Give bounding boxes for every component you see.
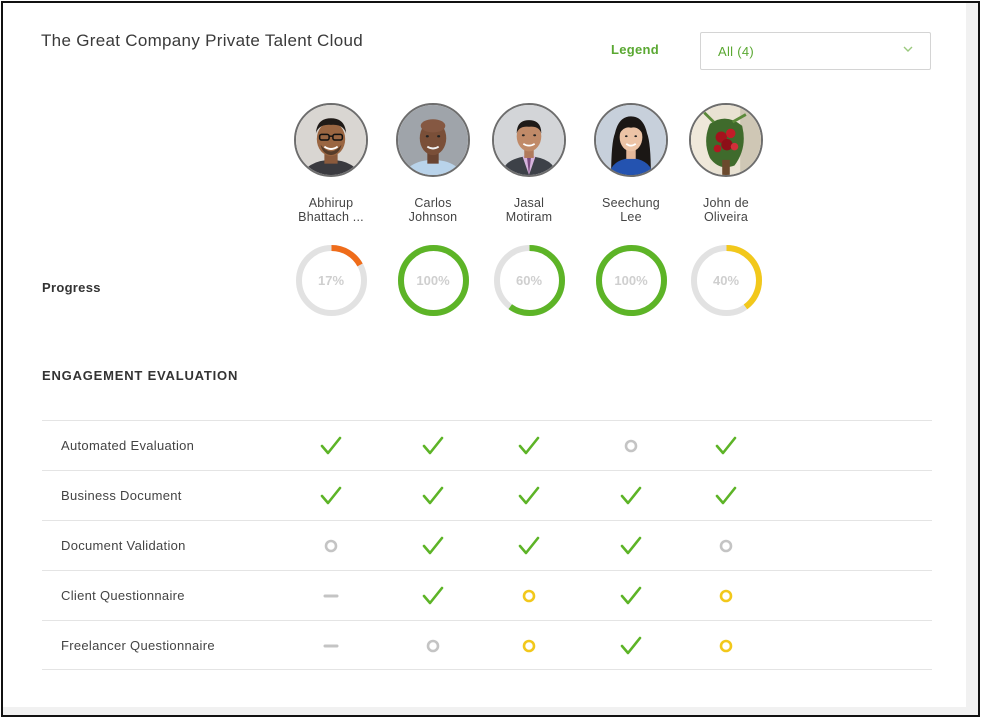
- progress-percent: 40%: [712, 273, 740, 288]
- person-name-line2: Oliveira: [704, 210, 748, 224]
- evaluation-status-cell[interactable]: [611, 571, 651, 621]
- chevron-down-icon: [903, 46, 913, 52]
- evaluation-status-cell[interactable]: [311, 521, 351, 571]
- evaluation-row: Client Questionnaire: [42, 570, 932, 620]
- avatar[interactable]: [492, 103, 566, 177]
- legend-dropdown[interactable]: All (4): [700, 32, 931, 70]
- evaluation-row-label: Document Validation: [61, 538, 186, 553]
- progress-percent: 100%: [614, 273, 648, 288]
- evaluation-status-cell[interactable]: [413, 521, 453, 571]
- engagement-evaluation-heading: ENGAGEMENT EVALUATION: [42, 368, 239, 383]
- person-name-line1: Carlos: [414, 196, 452, 210]
- evaluation-row: Freelancer Questionnaire: [42, 620, 932, 670]
- person-name[interactable]: Jasal Motiram: [481, 196, 577, 224]
- evaluation-status-cell[interactable]: [611, 471, 651, 521]
- person-name[interactable]: Seechung Lee: [583, 196, 679, 224]
- avatar[interactable]: [396, 103, 470, 177]
- evaluation-status-cell[interactable]: [706, 471, 746, 521]
- evaluation-status-cell[interactable]: [509, 521, 549, 571]
- avatar[interactable]: [594, 103, 668, 177]
- progress-percent: 100%: [416, 273, 450, 288]
- evaluation-status-cell[interactable]: [311, 421, 351, 471]
- evaluation-row-label: Business Document: [61, 488, 182, 503]
- person-name-line2: Motiram: [505, 210, 553, 224]
- evaluation-status-cell[interactable]: [509, 471, 549, 521]
- evaluation-status-cell[interactable]: [311, 571, 351, 621]
- panel-bottom-edge: [3, 707, 978, 715]
- evaluation-row: Automated Evaluation: [42, 420, 932, 470]
- person-name-line1: Seechung: [602, 196, 660, 210]
- progress-row-label: Progress: [42, 280, 101, 295]
- evaluation-status-cell[interactable]: [706, 521, 746, 571]
- person-name[interactable]: Abhirup Bhattach ...: [283, 196, 379, 224]
- progress-ring: 100%: [594, 243, 669, 318]
- evaluation-row-label: Client Questionnaire: [61, 588, 185, 603]
- person-name-line1: John de: [703, 196, 749, 210]
- progress-ring: 17%: [294, 243, 369, 318]
- evaluation-status-cell[interactable]: [509, 421, 549, 471]
- legend-label: Legend: [611, 42, 660, 57]
- avatar[interactable]: [294, 103, 368, 177]
- person-name-line2: Bhattach ...: [298, 210, 364, 224]
- evaluation-status-cell[interactable]: [509, 621, 549, 671]
- evaluation-status-cell[interactable]: [706, 621, 746, 671]
- progress-percent: 17%: [317, 273, 345, 288]
- panel-scroll-edge: [966, 3, 978, 715]
- person-name[interactable]: Carlos Johnson: [385, 196, 481, 224]
- person-name[interactable]: John de Oliveira: [678, 196, 774, 224]
- evaluation-status-cell[interactable]: [413, 471, 453, 521]
- person-name-line1: Jasal: [513, 196, 545, 210]
- evaluation-row: Document Validation: [42, 520, 932, 570]
- legend-dropdown-value: All (4): [718, 44, 755, 59]
- page-title: The Great Company Private Talent Cloud: [41, 31, 363, 50]
- evaluation-status-cell[interactable]: [311, 471, 351, 521]
- engagement-evaluation-table: Automated Evaluation Business Document Doc…: [42, 420, 932, 670]
- evaluation-status-cell[interactable]: [413, 571, 453, 621]
- evaluation-status-cell[interactable]: [706, 421, 746, 471]
- evaluation-status-cell[interactable]: [413, 621, 453, 671]
- progress-percent: 60%: [515, 273, 543, 288]
- evaluation-status-cell[interactable]: [413, 421, 453, 471]
- evaluation-status-cell[interactable]: [706, 571, 746, 621]
- evaluation-status-cell[interactable]: [611, 421, 651, 471]
- evaluation-status-cell[interactable]: [611, 521, 651, 571]
- evaluation-row-label: Automated Evaluation: [61, 438, 195, 453]
- person-name-line2: Lee: [620, 210, 642, 224]
- progress-ring: 40%: [689, 243, 764, 318]
- progress-ring: 60%: [492, 243, 567, 318]
- evaluation-status-cell[interactable]: [611, 621, 651, 671]
- avatar[interactable]: [689, 103, 763, 177]
- evaluation-status-cell[interactable]: [509, 571, 549, 621]
- evaluation-status-cell[interactable]: [311, 621, 351, 671]
- person-name-line1: Abhirup: [308, 196, 354, 210]
- evaluation-row: Business Document: [42, 470, 932, 520]
- person-name-line2: Johnson: [408, 210, 458, 224]
- evaluation-row-label: Freelancer Questionnaire: [61, 638, 215, 653]
- progress-ring: 100%: [396, 243, 471, 318]
